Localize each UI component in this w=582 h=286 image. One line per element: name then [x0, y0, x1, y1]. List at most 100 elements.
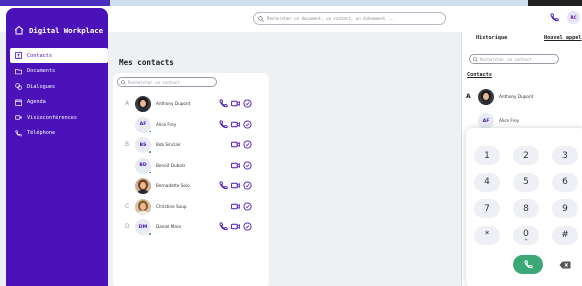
dialpad-key-digit: 8 [523, 203, 529, 214]
online-status-dot [148, 232, 152, 236]
tab-new-call[interactable]: Nouvel appel [544, 35, 581, 41]
dialpad-key-digit: 7 [484, 203, 490, 214]
video-call-icon[interactable] [231, 202, 240, 211]
online-status-dot [148, 109, 151, 112]
avatar: BD [135, 157, 152, 174]
app-brand[interactable]: Digital Workplace [14, 23, 103, 37]
sidebar-item-label: Documents [27, 68, 56, 74]
dialpad-key[interactable]: 2 [513, 146, 539, 165]
search-icon [121, 79, 126, 85]
video-call-icon[interactable] [231, 181, 240, 190]
contact-name: Bob Sinclair [156, 142, 181, 147]
contact-row[interactable]: Bernadette Soio [113, 177, 269, 195]
video-call-icon[interactable] [231, 140, 240, 149]
online-status-dot [148, 211, 151, 215]
contact-actions [219, 119, 255, 130]
tab-history[interactable]: Historique [476, 35, 507, 41]
call-button[interactable] [513, 255, 543, 274]
message-icon[interactable] [243, 201, 252, 211]
dialpad-key[interactable]: 8 [513, 199, 539, 218]
dialpad-key-digit: 3 [562, 150, 568, 161]
avatar-initials: DM [138, 224, 148, 230]
call-icon[interactable] [219, 119, 228, 129]
dialpad-key[interactable]: # [552, 225, 578, 245]
avatar [135, 198, 151, 215]
contact-name: Alice Frey [156, 121, 177, 127]
contact-search-input[interactable]: Rechercher un contact [117, 77, 217, 87]
dialpad-key[interactable]: 3 [552, 146, 578, 165]
contact-name: Anthony Dupont [156, 101, 191, 106]
sidebar-item-telephone[interactable]: Téléphone [10, 126, 108, 141]
sidebar-item-documents[interactable]: Documents [10, 64, 108, 79]
dialpad-key[interactable]: 4 [474, 172, 500, 192]
online-status-dot [148, 170, 152, 174]
user-avatar[interactable]: RC [567, 11, 580, 24]
call-contact-search-input[interactable]: Rechercher un contact [469, 54, 559, 64]
chat-icon [15, 83, 22, 90]
dialpad-key-digit: 4 [484, 177, 490, 187]
alpha-index-letter: D [125, 223, 130, 230]
dialpad-key[interactable]: 9 [552, 199, 578, 218]
contact-actions [219, 140, 255, 150]
dialpad-key[interactable]: * [474, 225, 500, 245]
sidebar-item-dialogues[interactable]: Dialogues [10, 79, 108, 94]
contact-row[interactable]: AF Alice Frey [113, 116, 269, 134]
video-call-icon[interactable] [231, 99, 240, 108]
global-search-input[interactable]: Rechercher un document, un contact, un é… [253, 12, 446, 25]
avatar: DM [135, 219, 152, 236]
sidebar-item-agenda[interactable]: Agenda [10, 95, 108, 110]
sidebar-item-visioconferences[interactable]: Visioconférences [10, 110, 108, 125]
dialpad-key[interactable]: 7 [474, 199, 500, 218]
call-icon[interactable] [219, 99, 228, 108]
contact-row[interactable]: D DM Daniel Maro [113, 218, 269, 236]
contact-row[interactable]: C Christine Soup [113, 198, 269, 216]
message-icon[interactable] [243, 140, 252, 149]
page-title: Mes contacts [119, 58, 174, 67]
backspace-icon[interactable] [559, 261, 571, 269]
call-search-placeholder: Rechercher un contact [480, 56, 532, 62]
phone-icon [523, 260, 533, 269]
avatar-initials: BD [139, 163, 147, 168]
contact-row[interactable]: B BS Bob Sinclair [113, 136, 269, 154]
alpha-index-letter: A [466, 93, 471, 100]
video-call-icon[interactable] [231, 222, 240, 231]
avatar: AF [478, 113, 494, 129]
message-icon[interactable] [243, 222, 252, 231]
sidebar-item-label: Contacts [27, 52, 52, 59]
contact-row[interactable]: A Anthony Dupont [113, 95, 269, 113]
contacts-icon [15, 52, 22, 59]
dialpad-key-sub: + [524, 236, 528, 242]
call-icon[interactable] [219, 181, 228, 190]
online-status-dot [148, 150, 152, 154]
contact-actions [219, 222, 255, 232]
message-icon[interactable] [243, 119, 252, 129]
app-title: Digital Workplace [29, 25, 103, 35]
search-icon [258, 15, 264, 22]
phone-icon[interactable] [550, 13, 559, 22]
video-icon [15, 115, 22, 120]
call-contact-row[interactable]: A Anthony Dupont [462, 88, 582, 106]
dialpad-key[interactable]: 5 [513, 172, 539, 192]
contact-actions [219, 181, 255, 191]
contact-name: Daniel Maro [156, 224, 182, 229]
dialpad-key[interactable]: 6 [552, 172, 578, 192]
sidebar-item-label: Visioconférences [27, 114, 77, 121]
sidebar-item-label: Téléphone [27, 130, 56, 136]
video-call-icon[interactable] [231, 161, 240, 170]
search-icon [473, 56, 478, 62]
dialpad-key[interactable]: 1 [474, 146, 500, 165]
message-icon[interactable] [243, 160, 252, 170]
call-icon[interactable] [219, 222, 228, 231]
contact-name: Bernadette Soio [156, 183, 190, 188]
dialpad-key[interactable]: 0 + [513, 225, 539, 245]
video-call-icon[interactable] [231, 120, 240, 129]
contact-actions [219, 99, 255, 109]
contact-row[interactable]: BD Benoit Dubois [113, 157, 269, 175]
avatar [135, 96, 151, 112]
sidebar-item-label: Agenda [27, 99, 46, 105]
message-icon[interactable] [243, 181, 252, 190]
sidebar-item-contacts[interactable]: Contacts [10, 48, 108, 63]
message-icon[interactable] [243, 99, 252, 108]
avatar [135, 178, 151, 194]
contact-photo [478, 89, 494, 105]
